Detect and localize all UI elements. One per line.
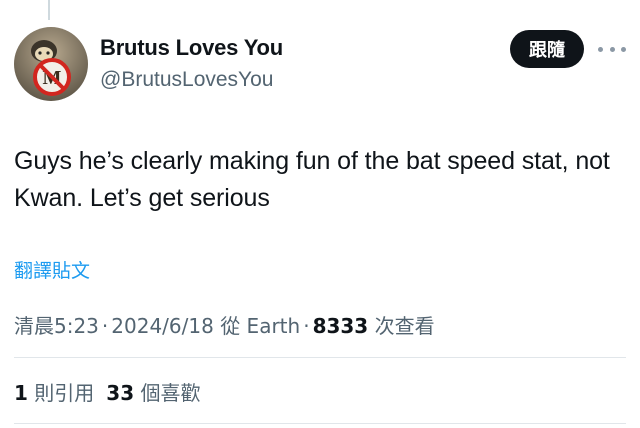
divider: [14, 357, 626, 358]
quotes-stat[interactable]: 1 則引用: [14, 381, 94, 405]
views-count: 8333: [312, 314, 369, 338]
more-dot: [598, 46, 603, 52]
engagement-stats: 1 則引用 33 個喜歡: [14, 377, 200, 406]
likes-stat[interactable]: 33 個喜歡: [106, 381, 200, 405]
divider: [14, 423, 626, 424]
meta-separator: ·: [303, 314, 310, 338]
tweet-meta: 清晨5:23 · 2024/6/18 從 Earth · 8333 次查看: [14, 310, 435, 339]
views-label: 次查看: [374, 314, 435, 338]
likes-label: 個喜歡: [140, 381, 201, 405]
tweet-text: Guys he’s clearly making fun of the bat …: [14, 147, 610, 212]
more-dot: [609, 46, 615, 52]
tweet-date[interactable]: 2024/6/18: [111, 314, 214, 338]
avatar-image: M: [14, 27, 88, 101]
thread-connector-line: [48, 0, 50, 20]
likes-count: 33: [106, 381, 135, 405]
author-display-name[interactable]: Brutus Loves You: [100, 35, 283, 61]
follow-button[interactable]: 跟隨: [510, 30, 584, 68]
author-handle[interactable]: @BrutusLovesYou: [100, 68, 274, 92]
translate-post-link[interactable]: 翻譯貼文: [14, 256, 90, 283]
tweet-time[interactable]: 清晨5:23: [14, 314, 99, 338]
quotes-count: 1: [14, 381, 28, 405]
quotes-label: 則引用: [34, 381, 95, 405]
more-dot: [621, 46, 626, 52]
meta-separator: ·: [101, 314, 109, 338]
tweet-source: 從 Earth: [220, 314, 301, 338]
more-horizontal-icon[interactable]: [598, 44, 626, 54]
avatar[interactable]: M: [14, 27, 88, 101]
